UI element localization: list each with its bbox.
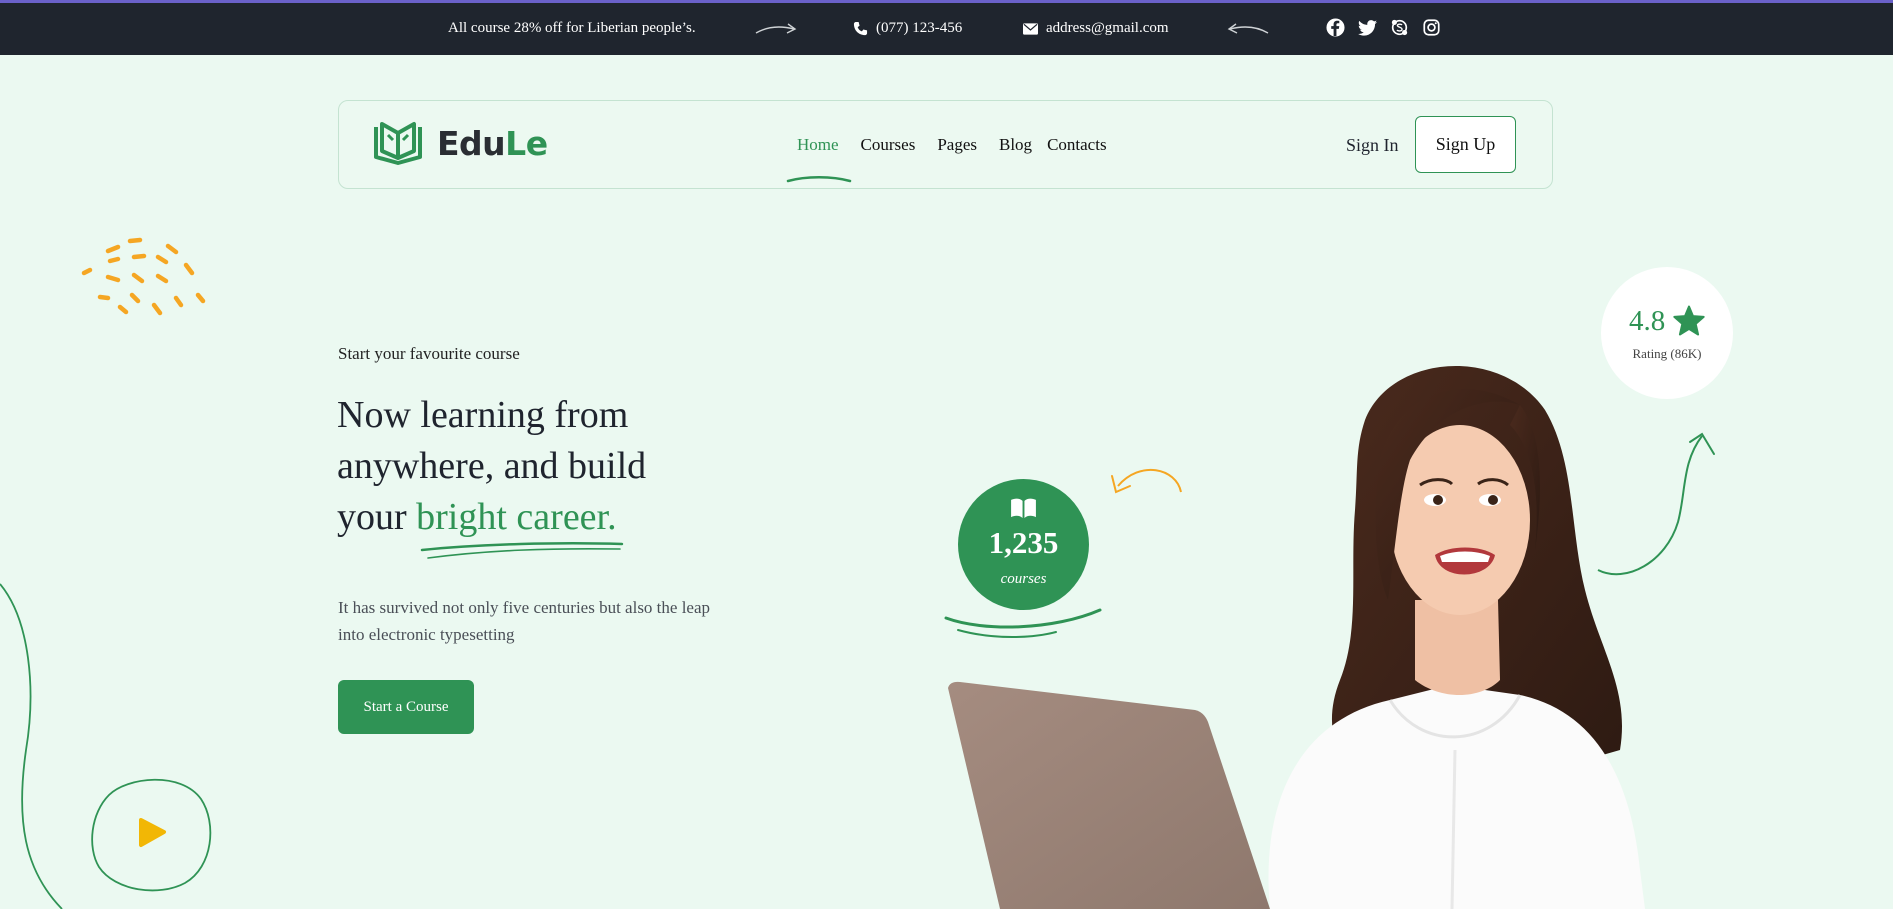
arrow-right-icon xyxy=(755,23,797,34)
skype-icon[interactable] xyxy=(1389,17,1410,38)
hero-eyebrow: Start your favourite course xyxy=(338,344,520,363)
twitter-icon[interactable] xyxy=(1357,17,1378,38)
courses-count-badge: 1,235 courses xyxy=(958,479,1089,610)
open-book-logo-icon xyxy=(374,122,422,165)
rating-value: 4.8 xyxy=(1629,305,1666,337)
top-bar: All course 28% off for Liberian people’s… xyxy=(0,0,1893,55)
facebook-icon[interactable] xyxy=(1325,17,1346,38)
courses-label: courses xyxy=(1000,571,1047,587)
envelope-icon xyxy=(1023,22,1038,35)
start-course-button[interactable]: Start a Course xyxy=(338,680,474,734)
main-navigation: EduLe Home Courses Pages Blog Contacts S… xyxy=(338,100,1553,189)
phone-number: (077) 123-456 xyxy=(876,20,963,36)
arrow-left-icon xyxy=(1227,23,1269,34)
hero-headline: Now learning from anywhere, and build yo… xyxy=(337,390,837,543)
active-nav-underline xyxy=(786,176,852,183)
email-contact[interactable]: address@gmail.com xyxy=(1023,20,1169,37)
courses-count: 1,235 xyxy=(988,525,1059,560)
sign-up-button[interactable]: Sign Up xyxy=(1415,116,1516,173)
nav-item-home[interactable]: Home xyxy=(797,135,839,155)
logo-text-edu: Edu xyxy=(437,123,506,163)
logo-text-le: Le xyxy=(505,123,548,163)
headline-line-2: anywhere, and build xyxy=(337,445,647,487)
nav-menu: Home Courses Pages Blog Contacts xyxy=(786,135,1107,183)
nav-item-contacts[interactable]: Contacts xyxy=(1047,135,1107,155)
swirl-line-decoration xyxy=(0,583,63,909)
nav-item-pages[interactable]: Pages xyxy=(937,135,977,155)
hero-description: It has survived not only five centuries … xyxy=(338,598,711,644)
play-icon xyxy=(91,778,212,892)
orange-dash-pattern-decoration xyxy=(81,237,206,316)
logo[interactable]: EduLe xyxy=(373,121,548,165)
star-icon xyxy=(1673,305,1705,336)
sign-in-link[interactable]: Sign In xyxy=(1346,135,1399,156)
nav-item-blog[interactable]: Blog xyxy=(999,135,1032,155)
headline-line-1: Now learning from xyxy=(337,394,629,436)
promo-text: All course 28% off for Liberian people’s… xyxy=(448,20,696,37)
play-video-button[interactable] xyxy=(89,775,215,895)
curved-arrow-icon xyxy=(1111,468,1182,494)
email-address: address@gmail.com xyxy=(1046,20,1169,36)
phone-icon xyxy=(853,21,868,36)
nav-item-courses[interactable]: Courses xyxy=(861,135,916,155)
instagram-icon[interactable] xyxy=(1421,17,1442,38)
phone-contact[interactable]: (077) 123-456 xyxy=(853,20,962,37)
headline-underline-decoration xyxy=(420,542,624,559)
book-icon xyxy=(1011,498,1036,519)
logo-wordmark: EduLe xyxy=(437,124,548,163)
social-links xyxy=(1325,17,1442,38)
headline-highlight: bright career. xyxy=(416,496,617,538)
student-photo xyxy=(1268,365,1645,909)
promo-label: All course 28% off for Liberian people’s… xyxy=(448,20,696,36)
courses-swoosh-decoration xyxy=(944,608,1102,638)
headline-line-3: your xyxy=(337,496,417,538)
